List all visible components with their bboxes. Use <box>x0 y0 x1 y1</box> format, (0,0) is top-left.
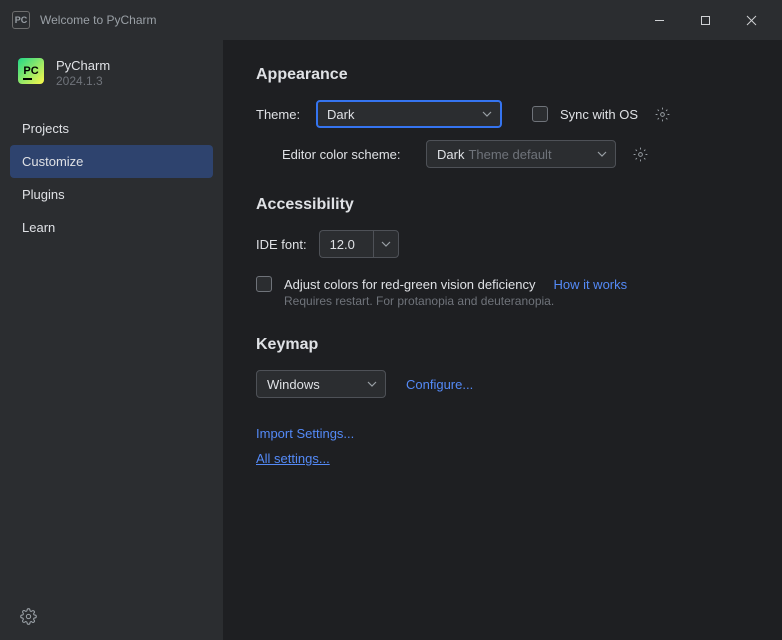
editor-scheme-placeholder: Theme default <box>468 147 551 162</box>
accessibility-heading: Accessibility <box>256 196 750 214</box>
settings-gear-button[interactable] <box>16 604 40 628</box>
ide-font-stepper[interactable] <box>373 230 399 258</box>
chevron-down-icon <box>597 149 607 159</box>
accessibility-section: Accessibility IDE font: 12.0 Adjust colo… <box>256 196 750 308</box>
editor-scheme-select[interactable]: Dark Theme default <box>426 140 616 168</box>
brand-version: 2024.1.3 <box>56 74 110 88</box>
theme-value: Dark <box>327 107 354 122</box>
all-settings-link[interactable]: All settings... <box>256 451 330 466</box>
sidebar-item-label: Plugins <box>22 187 65 202</box>
appearance-heading: Appearance <box>256 66 750 84</box>
sidebar: PC PyCharm 2024.1.3 Projects Customize P… <box>0 40 224 640</box>
ide-font-label: IDE font: <box>256 237 307 252</box>
editor-scheme-label: Editor color scheme: <box>282 147 414 162</box>
brand-logo: PC <box>18 58 44 84</box>
how-it-works-link[interactable]: How it works <box>553 277 627 292</box>
sidebar-item-learn[interactable]: Learn <box>10 211 213 244</box>
sync-os-gear-button[interactable] <box>650 102 674 126</box>
keymap-select[interactable]: Windows <box>256 370 386 398</box>
ide-font-input[interactable]: 12.0 <box>319 230 373 258</box>
titlebar: PC Welcome to PyCharm <box>0 0 782 40</box>
minimize-button[interactable] <box>636 0 682 40</box>
sidebar-item-customize[interactable]: Customize <box>10 145 213 178</box>
brand: PC PyCharm 2024.1.3 <box>0 40 223 108</box>
sidebar-item-label: Customize <box>22 154 83 169</box>
sidebar-item-label: Projects <box>22 121 69 136</box>
sidebar-item-plugins[interactable]: Plugins <box>10 178 213 211</box>
appearance-section: Appearance Theme: Dark Sync with OS <box>256 66 750 168</box>
import-settings-link[interactable]: Import Settings... <box>256 426 354 441</box>
chevron-down-icon <box>482 109 492 119</box>
maximize-button[interactable] <box>682 0 728 40</box>
close-button[interactable] <box>728 0 774 40</box>
editor-scheme-value: Dark <box>437 147 464 162</box>
sidebar-item-label: Learn <box>22 220 55 235</box>
app-icon: PC <box>12 11 30 29</box>
adjust-colors-checkbox[interactable] <box>256 276 272 292</box>
keymap-value: Windows <box>267 377 320 392</box>
adjust-colors-hint: Requires restart. For protanopia and deu… <box>284 294 750 308</box>
keymap-heading: Keymap <box>256 336 750 354</box>
theme-label: Theme: <box>256 107 304 122</box>
theme-select[interactable]: Dark <box>316 100 502 128</box>
sync-os-checkbox[interactable] <box>532 106 548 122</box>
keymap-section: Keymap Windows Configure... <box>256 336 750 398</box>
nav: Projects Customize Plugins Learn <box>0 108 223 248</box>
configure-keymap-link[interactable]: Configure... <box>406 377 473 392</box>
chevron-down-icon <box>367 379 377 389</box>
editor-scheme-gear-button[interactable] <box>628 142 652 166</box>
sync-os-label: Sync with OS <box>560 107 638 122</box>
sidebar-item-projects[interactable]: Projects <box>10 112 213 145</box>
window-title: Welcome to PyCharm <box>40 13 636 27</box>
main-content: Appearance Theme: Dark Sync with OS <box>224 40 782 640</box>
window-controls <box>636 0 774 40</box>
brand-name: PyCharm <box>56 58 110 73</box>
adjust-colors-label: Adjust colors for red-green vision defic… <box>284 277 535 292</box>
